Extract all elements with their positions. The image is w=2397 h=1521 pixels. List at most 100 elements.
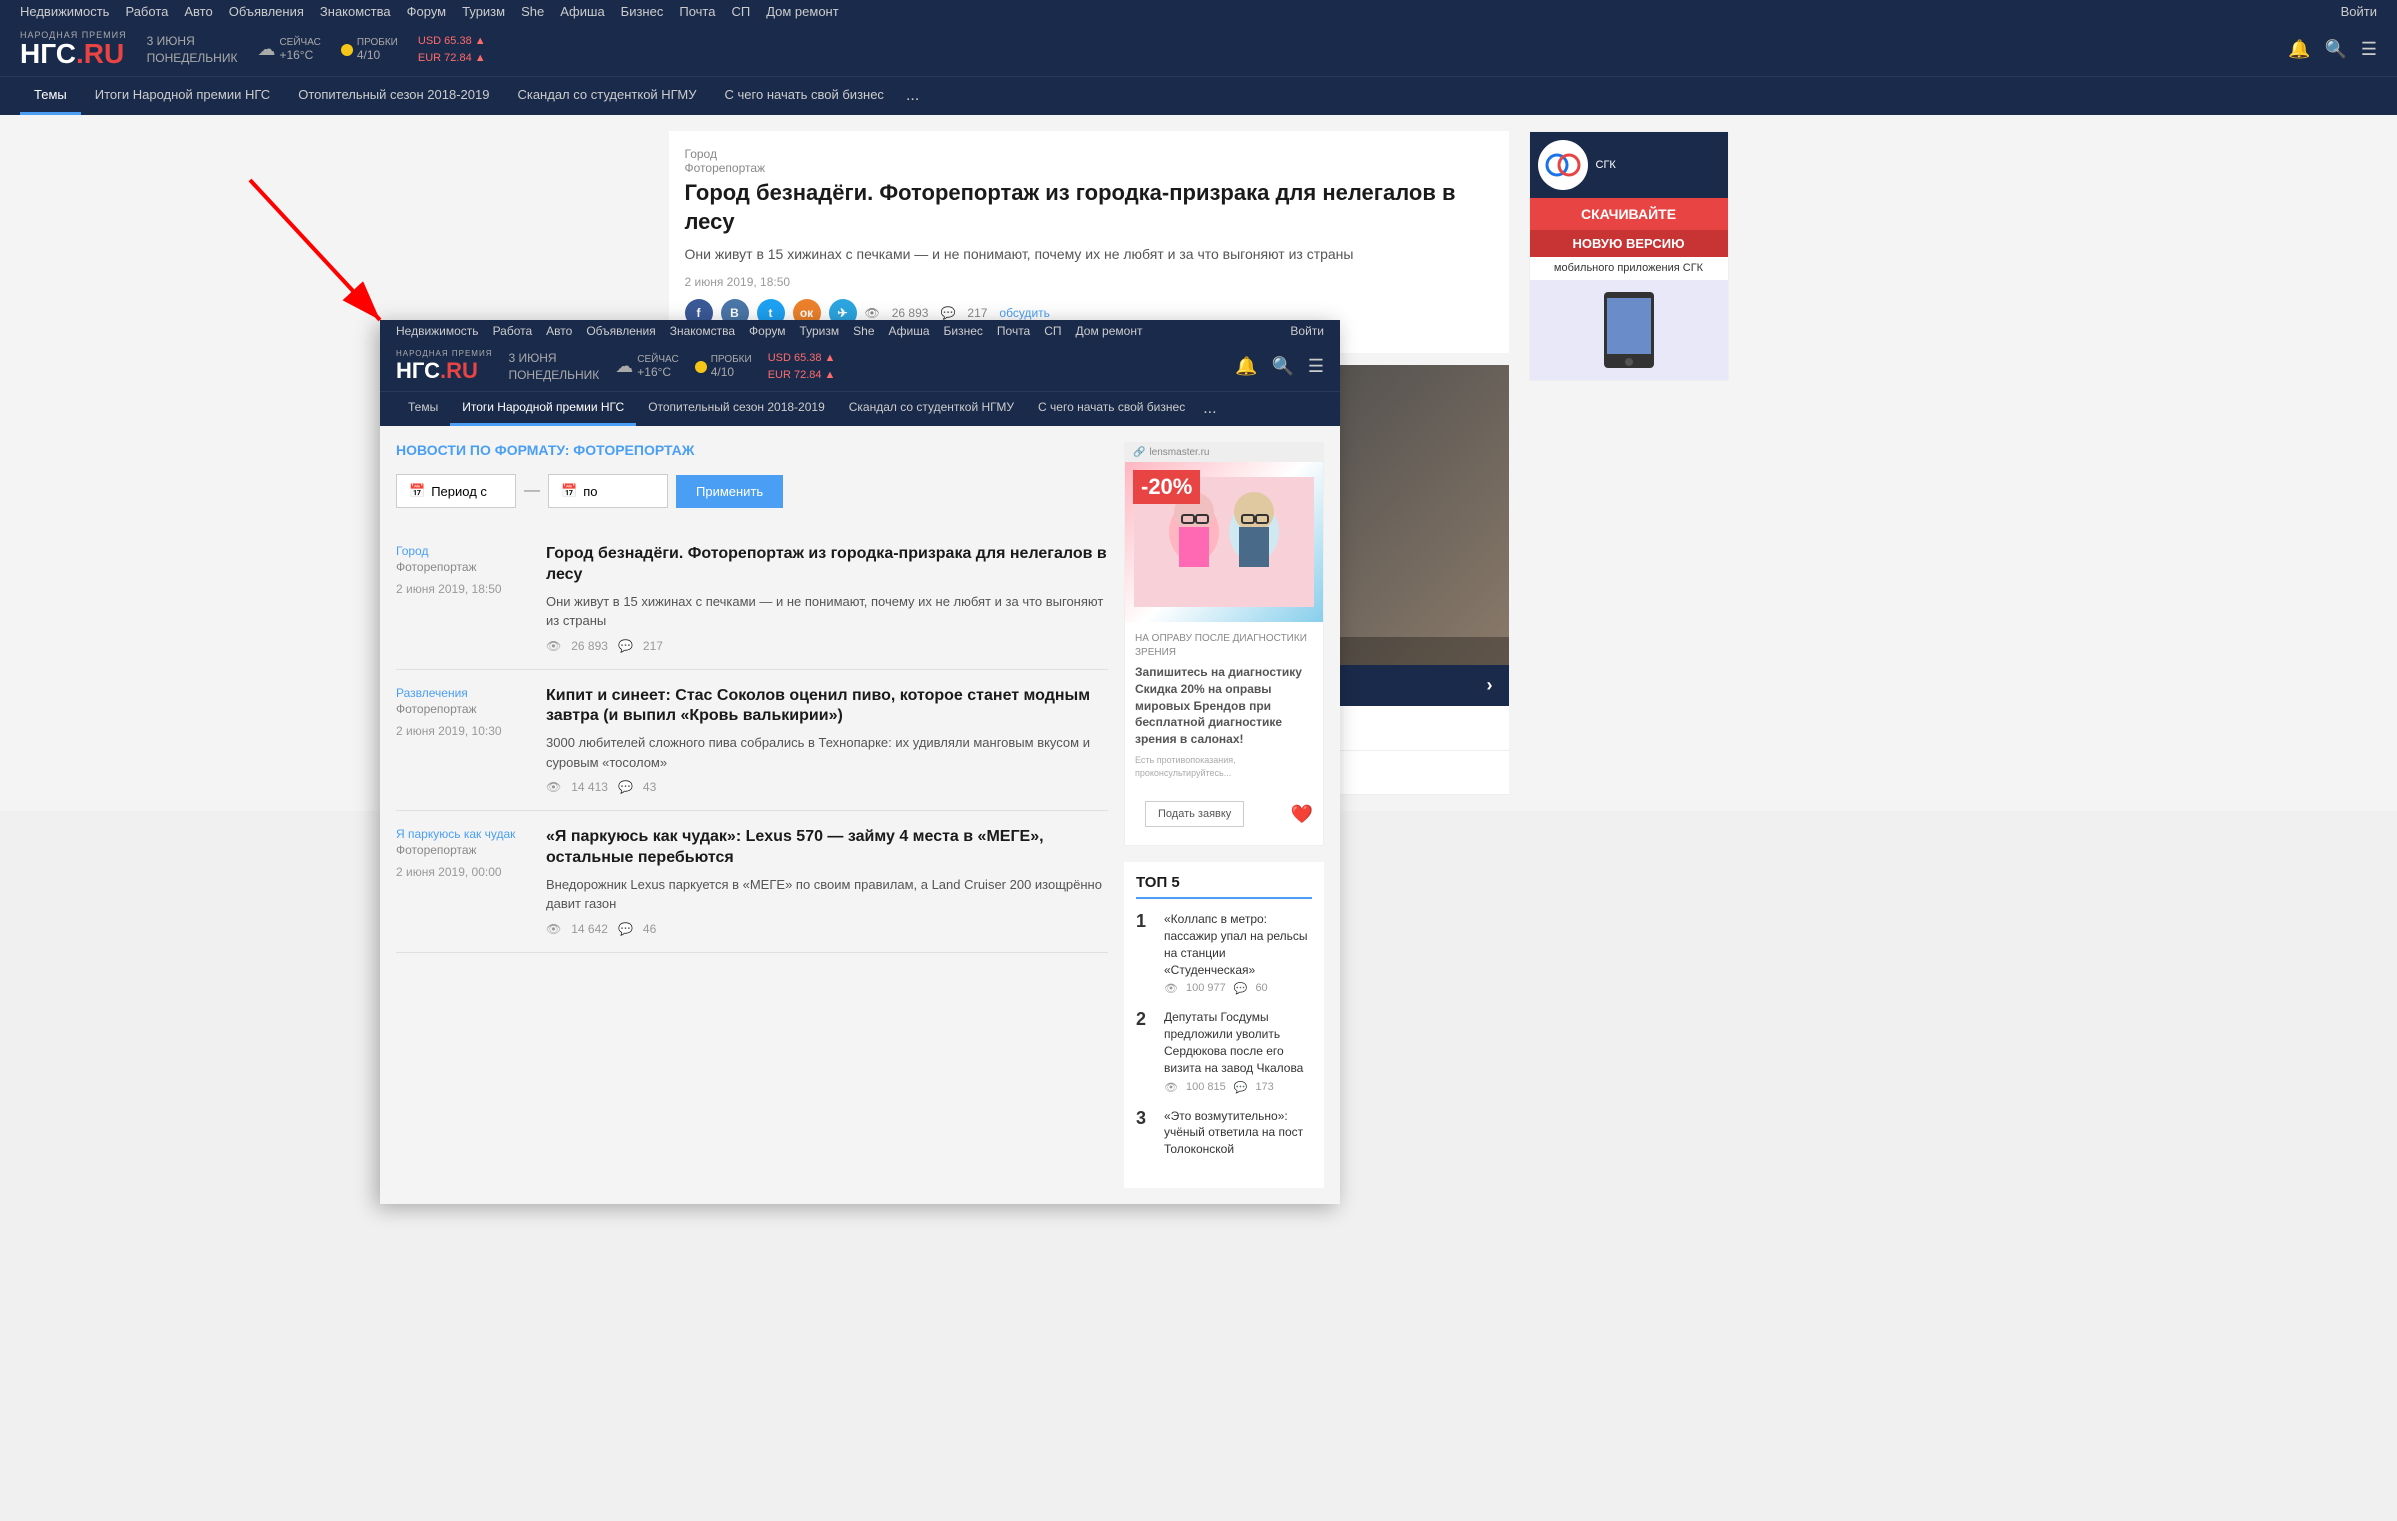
article-stats: 👁 26 893 💬 217 обсудить [865,306,1050,320]
cloud-icon: ☁ [257,39,275,60]
top5-item-title-3[interactable]: «Это возмутительно»: учёный ответила на … [1164,1108,1312,1158]
overlay-secnav-award[interactable]: Итоги Народной премии НГС [450,392,636,426]
discuss-link[interactable]: обсудить [999,306,1049,320]
nav-forum[interactable]: Форум [407,4,447,19]
overlay-news-desc-1: Они живут в 15 хижинах с печками — и не … [546,592,1108,631]
article-date: 2 июня 2019, 18:50 [685,275,1493,289]
login-button[interactable]: Войти [2341,4,2377,19]
overlay-nav-jobs[interactable]: Работа [493,324,533,338]
secnav-heating[interactable]: Отопительный сезон 2018-2019 [284,77,503,115]
comments-icon-3: 💬 [618,922,633,936]
cgk-ad[interactable]: СГК СКАЧИВАЙТЕ НОВУЮ ВЕРСИЮ мобильного п… [1529,131,1729,381]
nav-tourism[interactable]: Туризм [462,4,505,19]
ad-header: СГК [1530,132,1728,198]
nav-dating[interactable]: Знакомства [320,4,391,19]
overlay-secnav-business[interactable]: С чего начать свой бизнес [1026,392,1197,426]
overlay-nav-auto[interactable]: Авто [546,324,572,338]
overlay-nav-she[interactable]: She [853,324,874,338]
views-count: 26 893 [892,306,929,320]
overlay-ad-box[interactable]: 🔗 lensmaster.ru [1124,442,1324,846]
top5-num-3: 3 [1136,1108,1156,1129]
views-icon-2: 👁 [546,780,561,794]
overlay-nav-sp[interactable]: СП [1044,324,1061,338]
overlay-nav-home[interactable]: Дом ремонт [1076,324,1143,338]
nav-auto[interactable]: Авто [184,4,212,19]
overlay-login-button[interactable]: Войти [1290,324,1324,338]
ad-company-name: СГК [1596,159,1616,171]
bell-icon[interactable]: 🔔 [2288,39,2310,60]
secnav-more[interactable]: ... [898,77,927,115]
views-count-1: 26 893 [571,639,608,653]
header-icons: 🔔 🔍 ☰ [2288,39,2377,60]
overlay-currency: USD 65.38 ▲ EUR 72.84 ▲ [768,350,836,383]
overlay-secnav-themes[interactable]: Темы [396,392,450,426]
comments-icon: 💬 [940,306,955,320]
overlay-logo-tagline: НАРОДНАЯ ПРЕМИЯ [396,349,492,358]
nav-mail[interactable]: Почта [679,4,715,19]
apply-filter-button[interactable]: Применить [676,475,783,508]
overlay-news-category-1[interactable]: Город [396,544,526,558]
overlay-search-icon[interactable]: 🔍 [1271,356,1293,377]
overlay-nav-business[interactable]: Бизнес [944,324,983,338]
nav-sp[interactable]: СП [731,4,750,19]
overlay-header: НАРОДНАЯ ПРЕМИЯ НГС.RU 3 ИЮНЯ ПОНЕДЕЛЬНИ… [380,342,1340,391]
overlay-secnav-scandal[interactable]: Скандал со студенткой НГМУ [837,392,1026,426]
site-header: НАРОДНАЯ ПРЕМИЯ НГС.RU 3 ИЮНЯ ПОНЕДЕЛЬНИ… [0,23,2397,76]
overlay-news-title-2[interactable]: Кипит и синеет: Стас Соколов оценил пиво… [546,686,1108,728]
secnav-themes[interactable]: Темы [20,77,81,115]
top5-item-title-2[interactable]: Депутаты Госдумы предложили уволить Серд… [1164,1009,1312,1076]
nav-business[interactable]: Бизнес [621,4,664,19]
search-icon[interactable]: 🔍 [2324,39,2346,60]
overlay-nav-realestate[interactable]: Недвижимость [396,324,479,338]
date-from-input[interactable]: 📅 Период с [396,474,516,508]
calendar-to-icon: 📅 [561,483,577,499]
header-traffic: ПРОБКИ 4/10 [341,37,398,62]
header-date: 3 ИЮНЯ ПОНЕДЕЛЬНИК [147,33,238,67]
secnav-business[interactable]: С чего начать свой бизнес [711,77,898,115]
site-logo[interactable]: НАРОДНАЯ ПРЕМИЯ НГС.RU [20,31,127,68]
overlay-news-category-3[interactable]: Я паркуюсь как чудак [396,827,526,841]
photo-news-page-title: НОВОСТИ ПО ФОРМАТУ: ФОТОРЕПОРТАЖ [396,442,1108,458]
menu-icon[interactable]: ☰ [2361,39,2377,60]
top5-title: ТОП 5 [1136,874,1312,899]
overlay-news-item-1: Город Фоторепортаж 2 июня 2019, 18:50 Го… [396,528,1108,670]
breadcrumb-format[interactable]: Фоторепортаж [685,161,1493,175]
overlay-bell-icon[interactable]: 🔔 [1235,356,1257,377]
overlay-news-meta-2: Развлечения Фоторепортаж 2 июня 2019, 10… [396,686,526,795]
traffic-icon [341,44,353,56]
overlay-news-meta-1: Город Фоторепортаж 2 июня 2019, 18:50 [396,544,526,653]
nav-afisha[interactable]: Афиша [560,4,604,19]
nav-jobs[interactable]: Работа [125,4,168,19]
overlay-nav-forum[interactable]: Форум [749,324,785,338]
overlay-nav-ads[interactable]: Объявления [586,324,655,338]
breadcrumb-city[interactable]: Город [685,147,717,161]
date-separator: — [524,482,540,500]
overlay-nav-afisha[interactable]: Афиша [889,324,930,338]
article-subtitle: Они живут в 15 хижинах с печками — и не … [685,244,1493,265]
views-count-3: 14 642 [571,922,608,936]
overlay-nav-dating[interactable]: Знакомства [670,324,735,338]
overlay-news-title-3[interactable]: «Я паркуюсь как чудак»: Lexus 570 — займ… [546,827,1108,869]
date-to-input[interactable]: 📅 по [548,474,668,508]
nav-ads[interactable]: Объявления [229,4,304,19]
secnav-scandal[interactable]: Скандал со студенткой НГМУ [503,77,710,115]
nav-realestate[interactable]: Недвижимость [20,4,109,19]
overlay-nav-tourism[interactable]: Туризм [799,324,839,338]
overlay-secnav-more[interactable]: ... [1197,392,1222,426]
overlay-ad-cta-button[interactable]: Подать заявку [1145,801,1244,827]
overlay-main-content: НОВОСТИ ПО ФОРМАТУ: ФОТОРЕПОРТАЖ 📅 Перио… [396,442,1108,1188]
top5-item-title-1[interactable]: «Коллапс в метро: пассажир упал на рельс… [1164,911,1312,978]
secondary-navigation: Темы Итоги Народной премии НГС Отопитель… [0,76,2397,115]
nav-she[interactable]: She [521,4,544,19]
comments-icon-2: 💬 [618,780,633,794]
views-icon: 👁 [865,306,880,320]
overlay-secnav-heating[interactable]: Отопительный сезон 2018-2019 [636,392,837,426]
overlay-news-title-1[interactable]: Город безнадёги. Фоторепортаж из городка… [546,544,1108,586]
nav-home[interactable]: Дом ремонт [766,4,839,19]
overlay-logo[interactable]: НАРОДНАЯ ПРЕМИЯ НГС.RU [396,349,492,384]
overlay-news-category-2[interactable]: Развлечения [396,686,526,700]
overlay-menu-icon[interactable]: ☰ [1308,356,1324,377]
secnav-award[interactable]: Итоги Народной премии НГС [81,77,284,115]
overlay-nav-mail[interactable]: Почта [997,324,1030,338]
top5-views-1: 100 977 [1186,982,1226,995]
